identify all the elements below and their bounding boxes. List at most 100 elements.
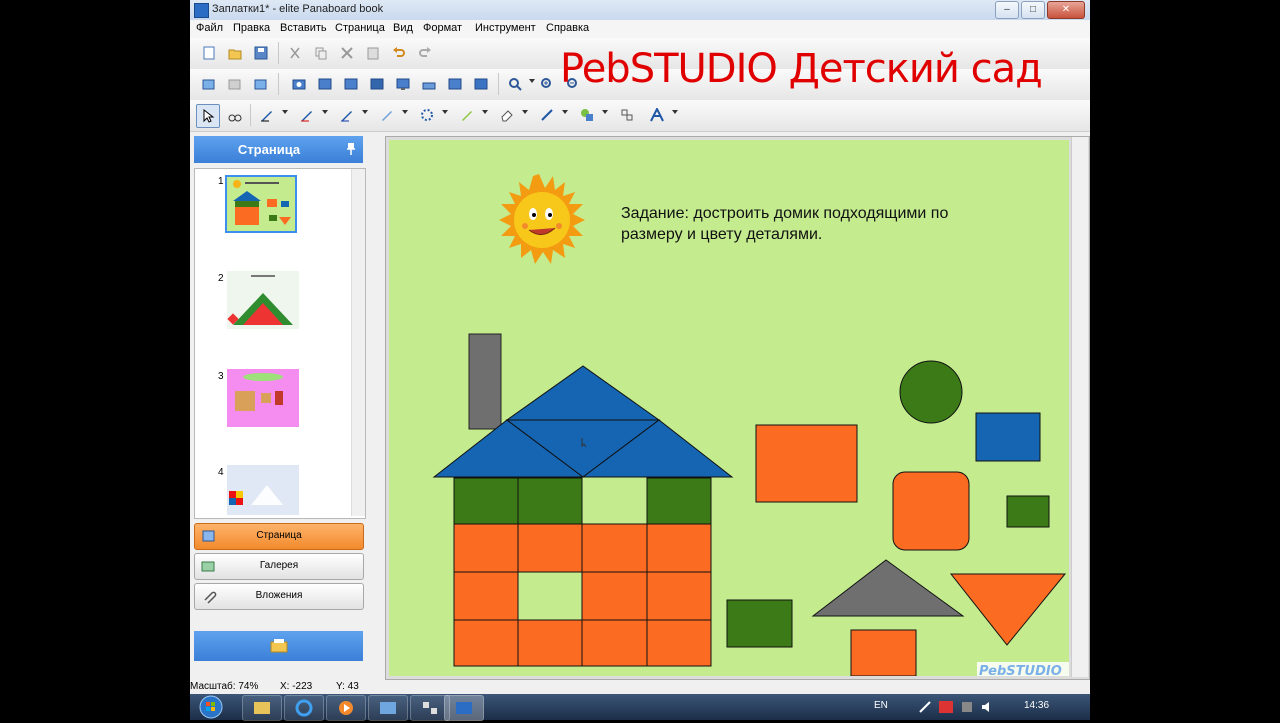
tab-gallery[interactable]: Галерея — [194, 553, 364, 580]
camera-button[interactable] — [288, 73, 310, 95]
capture-area-button[interactable] — [314, 73, 336, 95]
paste-button[interactable] — [362, 42, 384, 64]
pattern-pen-tool[interactable] — [416, 104, 438, 126]
align-tool[interactable] — [616, 104, 638, 126]
page-thumbnail-2[interactable] — [227, 271, 299, 329]
align-icon — [621, 109, 633, 121]
green-circle-piece[interactable] — [899, 360, 963, 424]
copy-button[interactable] — [310, 42, 332, 64]
pin-icon[interactable] — [346, 142, 356, 156]
y-coordinate: Y: 43 — [336, 681, 359, 692]
capture-screen-button[interactable] — [366, 73, 388, 95]
blue-rect-piece[interactable] — [975, 412, 1041, 462]
clock[interactable]: 14:36 — [1024, 700, 1049, 711]
marker-tool[interactable] — [456, 104, 478, 126]
capture-window-button[interactable] — [340, 73, 362, 95]
explorer-taskbar-button[interactable] — [242, 695, 282, 721]
group-tool[interactable] — [224, 104, 246, 126]
start-button[interactable] — [196, 694, 226, 720]
cut-button[interactable] — [284, 42, 306, 64]
prev-page-button[interactable] — [224, 73, 246, 95]
app-icon — [194, 3, 209, 18]
orange-large-rect-piece[interactable] — [755, 424, 858, 503]
slide-canvas[interactable]: Задание: достроить домик подходящими по … — [389, 140, 1069, 676]
language-indicator[interactable]: EN — [874, 700, 888, 711]
page-back-icon — [228, 79, 241, 90]
redo-button[interactable] — [414, 42, 436, 64]
media-taskbar-button[interactable] — [326, 695, 366, 721]
zoom-status: Масштаб: 74% — [190, 681, 259, 692]
overlay-title: PebSTUDIO Детский сад — [560, 46, 1043, 92]
small-green-rect-piece[interactable] — [1006, 495, 1050, 528]
keyboard-layout-icon[interactable] — [938, 699, 954, 715]
text-tool[interactable] — [646, 104, 668, 126]
menu-edit[interactable]: Правка — [233, 22, 270, 34]
pen-tool[interactable] — [256, 104, 278, 126]
blank-page-button[interactable] — [470, 73, 492, 95]
app-taskbar-button[interactable] — [368, 695, 408, 721]
ie-taskbar-button[interactable] — [284, 695, 324, 721]
menu-format[interactable]: Формат — [423, 22, 462, 34]
orange-rounded-square-piece[interactable] — [892, 471, 970, 551]
network-icon[interactable] — [918, 700, 932, 714]
shapes-icon — [581, 109, 593, 121]
delete-button[interactable] — [336, 42, 358, 64]
speaker-icon[interactable] — [980, 700, 994, 714]
page-thumbnail-3[interactable] — [227, 369, 299, 427]
menu-help[interactable]: Справка — [546, 22, 589, 34]
menu-page[interactable]: Страница — [335, 22, 385, 34]
open-button[interactable] — [224, 42, 246, 64]
canvas-scrollbar[interactable] — [1071, 137, 1088, 677]
zoom-in-button[interactable] — [536, 73, 558, 95]
shape-tool[interactable] — [576, 104, 598, 126]
x-coordinate: X: -223 — [280, 681, 313, 692]
tab-attachments[interactable]: Вложения — [194, 583, 364, 610]
new-button[interactable] — [198, 42, 220, 64]
highlighter-tool[interactable] — [376, 104, 398, 126]
undo-button[interactable] — [388, 42, 410, 64]
task-text-line2: размеру и цвету деталями. — [621, 226, 822, 243]
new-document-icon — [203, 46, 215, 60]
orange-small-rect-piece[interactable] — [850, 629, 917, 676]
eraser-icon — [501, 110, 513, 122]
menu-file[interactable]: Файл — [196, 22, 223, 34]
monitor-button[interactable] — [392, 73, 414, 95]
board-button[interactable] — [444, 73, 466, 95]
menu-tools[interactable]: Инструмент — [475, 22, 536, 34]
tab-page[interactable]: Страница — [194, 523, 364, 550]
pen-red-tool[interactable] — [296, 104, 318, 126]
select-tool[interactable] — [196, 104, 220, 128]
scanner-button[interactable] — [418, 73, 440, 95]
zoom-button[interactable] — [504, 73, 526, 95]
house-orange-bricks[interactable] — [453, 523, 712, 667]
maximize-button[interactable]: □ — [1021, 1, 1045, 19]
page-2-preview — [227, 271, 299, 329]
panaboard-taskbar-button[interactable] — [444, 695, 484, 721]
title-bar: Заплатки1* - elite Panaboard book – □ ✕ — [190, 0, 1090, 21]
menu-insert[interactable]: Вставить — [280, 22, 327, 34]
minimize-button[interactable]: – — [995, 1, 1019, 19]
tray-icon[interactable] — [960, 700, 974, 714]
pen-blue-tool[interactable] — [336, 104, 358, 126]
green-rect-piece[interactable] — [726, 599, 793, 648]
menu-view[interactable]: Вид — [393, 22, 413, 34]
highlighter-icon — [382, 111, 392, 121]
save-button[interactable] — [250, 42, 272, 64]
eraser-tool[interactable] — [496, 104, 518, 126]
display-icon[interactable] — [270, 638, 288, 654]
house-green-row[interactable] — [453, 477, 712, 525]
line-tool[interactable] — [536, 104, 558, 126]
tab-attachments-label: Вложения — [255, 590, 303, 601]
text-a-icon — [650, 108, 664, 122]
save-disk-icon — [254, 46, 268, 60]
page-thumbnail-list[interactable]: 1 2 3 4 — [194, 168, 366, 519]
next-page-button[interactable] — [250, 73, 272, 95]
thumbnail-scrollbar[interactable] — [351, 169, 365, 516]
add-page-button[interactable] — [198, 73, 220, 95]
page-thumbnail-1[interactable] — [225, 175, 297, 233]
page-number: 1 — [218, 176, 224, 187]
close-button[interactable]: ✕ — [1047, 1, 1085, 19]
menu-bar: Файл Правка Вставить Страница Вид Формат… — [190, 20, 1090, 39]
page-thumbnail-4[interactable] — [227, 465, 299, 515]
capture-screen-icon — [370, 78, 384, 90]
